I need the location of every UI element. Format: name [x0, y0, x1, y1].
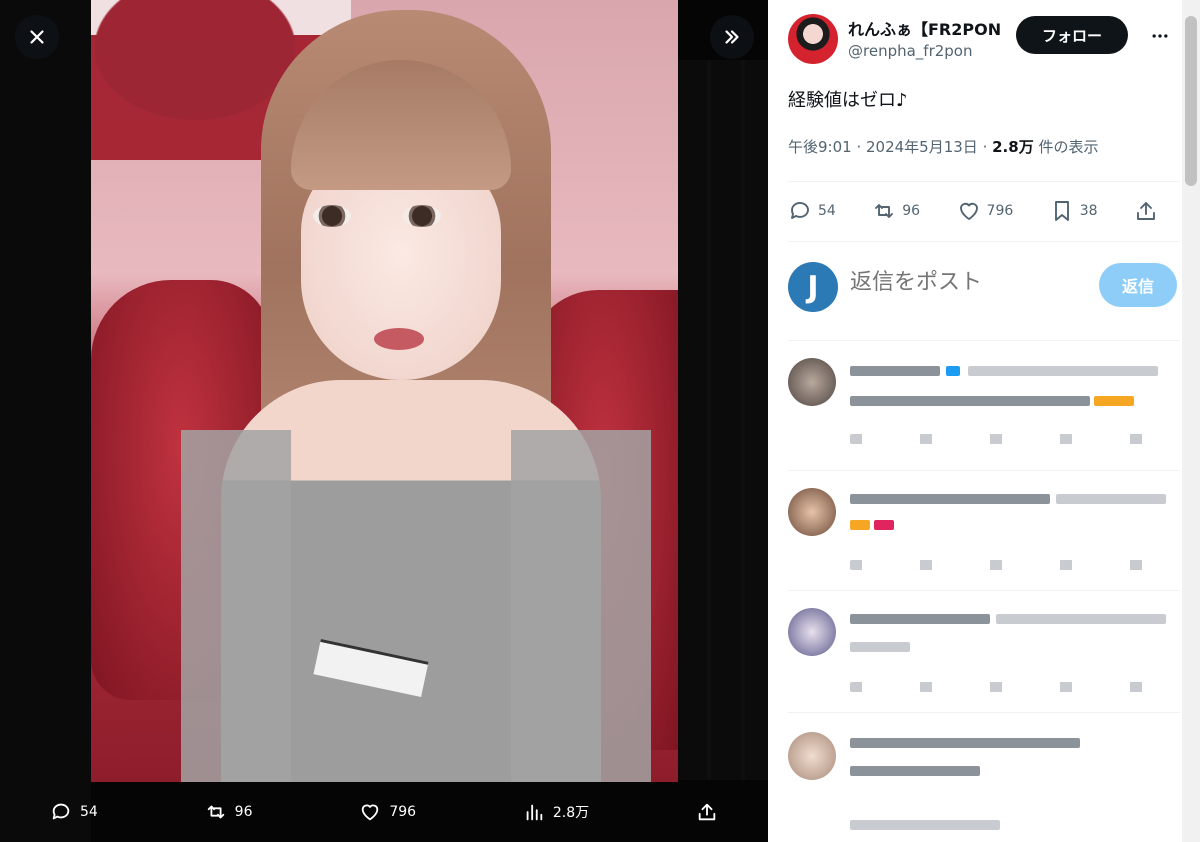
reply-censored-text	[850, 820, 1000, 830]
tweet-meta: 午後9:01 · 2024年5月13日 · 2.8万 件の表示	[788, 136, 1098, 157]
repost-icon	[875, 204, 894, 218]
chevron-double-right-icon	[725, 30, 739, 44]
photo-jacket	[91, 430, 678, 782]
reply-censored-text	[968, 366, 1158, 376]
reply-censored-text	[850, 738, 1080, 748]
reply-input[interactable]	[850, 270, 1070, 295]
tweet-views-count: 2.8万	[992, 138, 1034, 156]
follow-button[interactable]: フォロー	[1016, 16, 1128, 54]
divider	[788, 241, 1180, 242]
viewer-backdrop-right	[677, 60, 768, 780]
reply-censored-text	[850, 366, 940, 376]
reply-censored-actions	[850, 560, 1160, 570]
reply-censored-emoji	[850, 520, 870, 530]
viewer-action-bar: 54 96 796 2.8万	[0, 782, 768, 842]
reply-item[interactable]	[788, 608, 1180, 718]
viewer-like-button[interactable]: 796	[359, 801, 416, 823]
bookmark-count: 38	[1079, 203, 1098, 219]
reply-submit-button[interactable]: 返信	[1099, 263, 1177, 307]
author-handle[interactable]: @renpha_fr2pon	[848, 42, 973, 60]
reply-avatar	[788, 732, 836, 780]
scrollbar-thumb[interactable]	[1185, 16, 1197, 186]
reply-avatar	[788, 358, 836, 406]
tweet-action-bar: 54 96 796 38	[788, 193, 1158, 229]
reply-avatar	[788, 488, 836, 536]
bookmark-icon	[1054, 201, 1069, 221]
reply-composer: J 返信	[788, 260, 1180, 316]
photo-lips	[374, 328, 424, 350]
viewer-reply-count: 54	[80, 804, 98, 820]
tweet-date[interactable]: 2024年5月13日	[866, 138, 978, 156]
photo-eye-left	[313, 205, 351, 227]
repost-icon	[207, 805, 224, 819]
viewer-repost-count: 96	[234, 804, 253, 820]
tweet-detail-panel: れんふぁ【FR2PON @renpha_fr2pon フォロー 経験値はゼロ♪ …	[768, 0, 1200, 842]
reply-censored-text	[850, 396, 1090, 406]
reply-count: 54	[818, 203, 836, 219]
share-icon	[1137, 202, 1155, 220]
reply-censored-emoji	[1094, 396, 1134, 406]
reply-censored-text	[996, 614, 1166, 624]
tweet-text: 経験値はゼロ♪	[788, 90, 908, 111]
viewer-views-button[interactable]: 2.8万	[523, 801, 589, 823]
reply-censored-text	[850, 614, 990, 624]
photo-eye-right	[403, 205, 441, 227]
reply-item[interactable]	[788, 358, 1180, 468]
reply-censored-actions	[850, 682, 1160, 692]
viewer-repost-button[interactable]: 96	[205, 801, 253, 823]
reply-button[interactable]: 54	[788, 199, 836, 223]
viewer-backdrop-left	[0, 0, 91, 842]
reply-censored-text	[850, 494, 1050, 504]
like-count: 796	[986, 203, 1014, 219]
tweet-time[interactable]: 午後9:01	[788, 138, 852, 156]
viewer-reply-button[interactable]: 54	[50, 801, 98, 823]
divider	[788, 340, 1180, 341]
more-dots-icon	[1152, 34, 1168, 38]
meta-separator: ·	[977, 138, 993, 156]
share-button[interactable]	[1134, 199, 1158, 223]
reply-avatar	[788, 608, 836, 656]
author-avatar[interactable]	[788, 14, 838, 64]
author-name[interactable]: れんふぁ【FR2PON	[848, 16, 1008, 40]
heart-icon	[362, 804, 379, 821]
current-user-avatar[interactable]: J	[788, 262, 838, 312]
reply-icon	[791, 202, 809, 219]
like-button[interactable]: 796	[957, 199, 1014, 223]
reply-censored-badge	[946, 366, 960, 376]
viewer-share-button[interactable]	[696, 801, 718, 823]
tweet-views-label: 件の表示	[1033, 138, 1099, 156]
repost-button[interactable]: 96	[872, 199, 920, 223]
analytics-icon	[526, 804, 543, 821]
heart-icon	[959, 202, 978, 220]
reply-censored-text	[1056, 494, 1166, 504]
viewer-like-count: 796	[389, 804, 417, 820]
media-viewer: 54 96 796 2.8万	[0, 0, 768, 842]
reply-icon	[52, 803, 70, 820]
divider	[788, 470, 1180, 471]
divider	[788, 181, 1180, 182]
tweet-author: れんふぁ【FR2PON @renpha_fr2pon フォロー	[788, 14, 1178, 66]
expand-panel-button[interactable]	[710, 15, 754, 59]
share-icon	[698, 803, 716, 821]
reply-censored-text	[850, 642, 910, 652]
reply-item[interactable]	[788, 488, 1180, 598]
more-options-button[interactable]	[1148, 24, 1172, 48]
reply-censored-actions	[850, 434, 1160, 444]
bookmark-button[interactable]: 38	[1050, 199, 1098, 223]
reply-censored-text	[850, 766, 980, 776]
divider	[788, 590, 1180, 591]
meta-separator: ·	[851, 138, 866, 156]
divider	[788, 712, 1180, 713]
viewer-views-count: 2.8万	[552, 805, 590, 821]
reply-censored-emoji	[874, 520, 894, 530]
reply-item[interactable]	[788, 732, 1180, 842]
tweet-photo[interactable]	[91, 0, 678, 782]
repost-count: 96	[902, 203, 921, 219]
close-icon	[30, 30, 44, 44]
scrollbar-track[interactable]	[1182, 0, 1200, 842]
close-button[interactable]	[15, 15, 59, 59]
